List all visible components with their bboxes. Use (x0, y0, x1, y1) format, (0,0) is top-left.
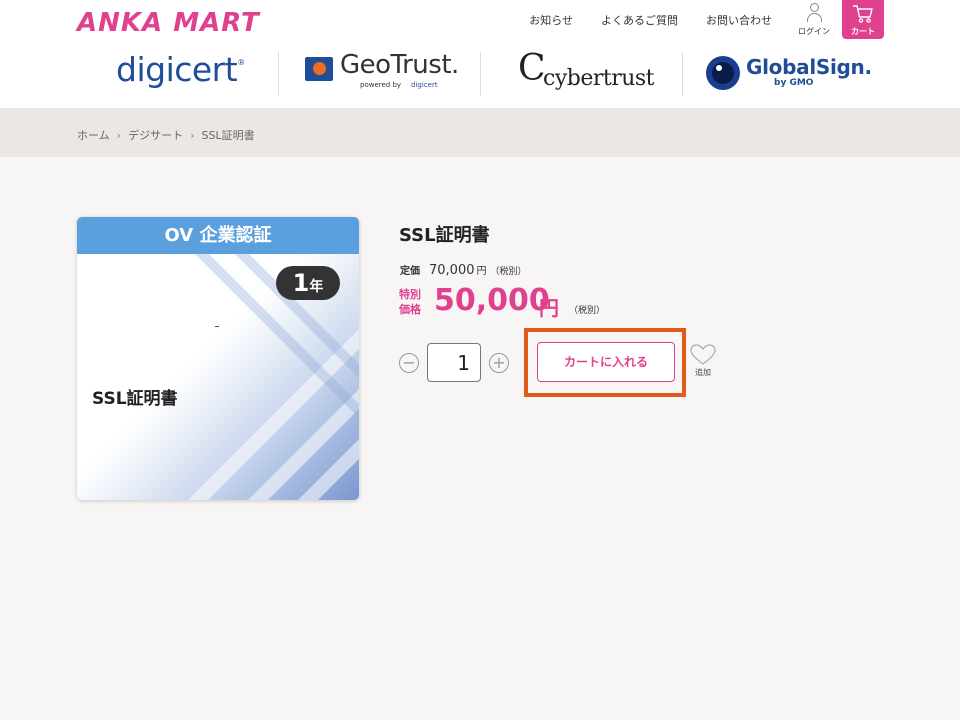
duration-badge: 1年 (276, 266, 340, 300)
quantity-increase-button[interactable]: + (489, 353, 509, 373)
brand-logo-row: digicert® GeoTrust. powered by digicert C… (100, 48, 872, 102)
add-to-cart-button[interactable]: カートに入れる (537, 342, 675, 382)
geotrust-logo-text: GeoTrust. (340, 50, 459, 80)
breadcrumb-digicert[interactable]: デジサート (128, 127, 183, 143)
breadcrumb-home[interactable]: ホーム (77, 127, 110, 143)
favorite-button[interactable]: 追加 (690, 344, 716, 378)
site-header: ANKA MART お知らせ よくあるご質問 お問い合わせ ログイン カート d… (0, 0, 960, 108)
globalsign-logo-text: GlobalSign. (746, 55, 872, 79)
site-logo[interactable]: ANKA MART (77, 8, 260, 38)
breadcrumb: ホーム › デジサート › SSL証明書 (77, 127, 255, 143)
cart-label: カート (851, 27, 875, 36)
breadcrumb-current: SSL証明書 (201, 129, 255, 142)
cybertrust-logo-text: cybertrust (543, 66, 655, 91)
login-button[interactable]: ログイン (796, 3, 832, 37)
card-validation-header: OV 企業認証 (77, 217, 359, 254)
chevron-right-icon: › (116, 128, 122, 142)
user-icon (807, 3, 822, 23)
list-price-value: 70,000 (429, 263, 475, 278)
nav-faq-link[interactable]: よくあるご質問 (601, 12, 678, 28)
brand-divider (278, 52, 279, 96)
chevron-right-icon: › (190, 128, 195, 142)
brand-divider (682, 52, 683, 96)
digicert-logo-text: digicert (116, 50, 238, 89)
product-title: SSL証明書 (399, 225, 490, 246)
geotrust-powered-by: powered by digicert (360, 81, 438, 89)
globalsign-sub-text: by GMO (774, 78, 814, 88)
cybertrust-mark-icon: C (518, 48, 546, 89)
cart-button[interactable]: カート (842, 0, 884, 39)
login-label: ログイン (798, 27, 830, 36)
card-image: 1年 SSL証明書 (77, 254, 359, 500)
globalsign-eye-icon (706, 56, 740, 90)
cart-icon (853, 5, 873, 23)
quantity-input[interactable] (427, 343, 481, 382)
top-nav: お知らせ よくあるご質問 お問い合わせ (501, 12, 772, 28)
geotrust-icon (305, 57, 333, 81)
quantity-decrease-button[interactable]: − (399, 353, 419, 373)
nav-contact-link[interactable]: お問い合わせ (706, 12, 772, 28)
product-image-card[interactable]: OV 企業認証 1年 SSL証明書 (77, 217, 359, 500)
sale-price-value: 50,000 (434, 283, 550, 318)
breadcrumb-bar: ホーム › デジサート › SSL証明書 (0, 108, 960, 157)
card-product-name: SSL証明書 (92, 389, 178, 409)
brand-digicert[interactable]: digicert® (116, 50, 245, 102)
sale-price-label: 特別価格 (399, 288, 421, 316)
list-price: 定価 70,000 円 （税別） (400, 263, 527, 278)
nav-news-link[interactable]: お知らせ (529, 12, 573, 28)
favorite-label: 追加 (695, 368, 711, 377)
heart-icon (690, 344, 716, 365)
brand-divider (480, 52, 481, 96)
list-price-label: 定価 (400, 266, 420, 277)
